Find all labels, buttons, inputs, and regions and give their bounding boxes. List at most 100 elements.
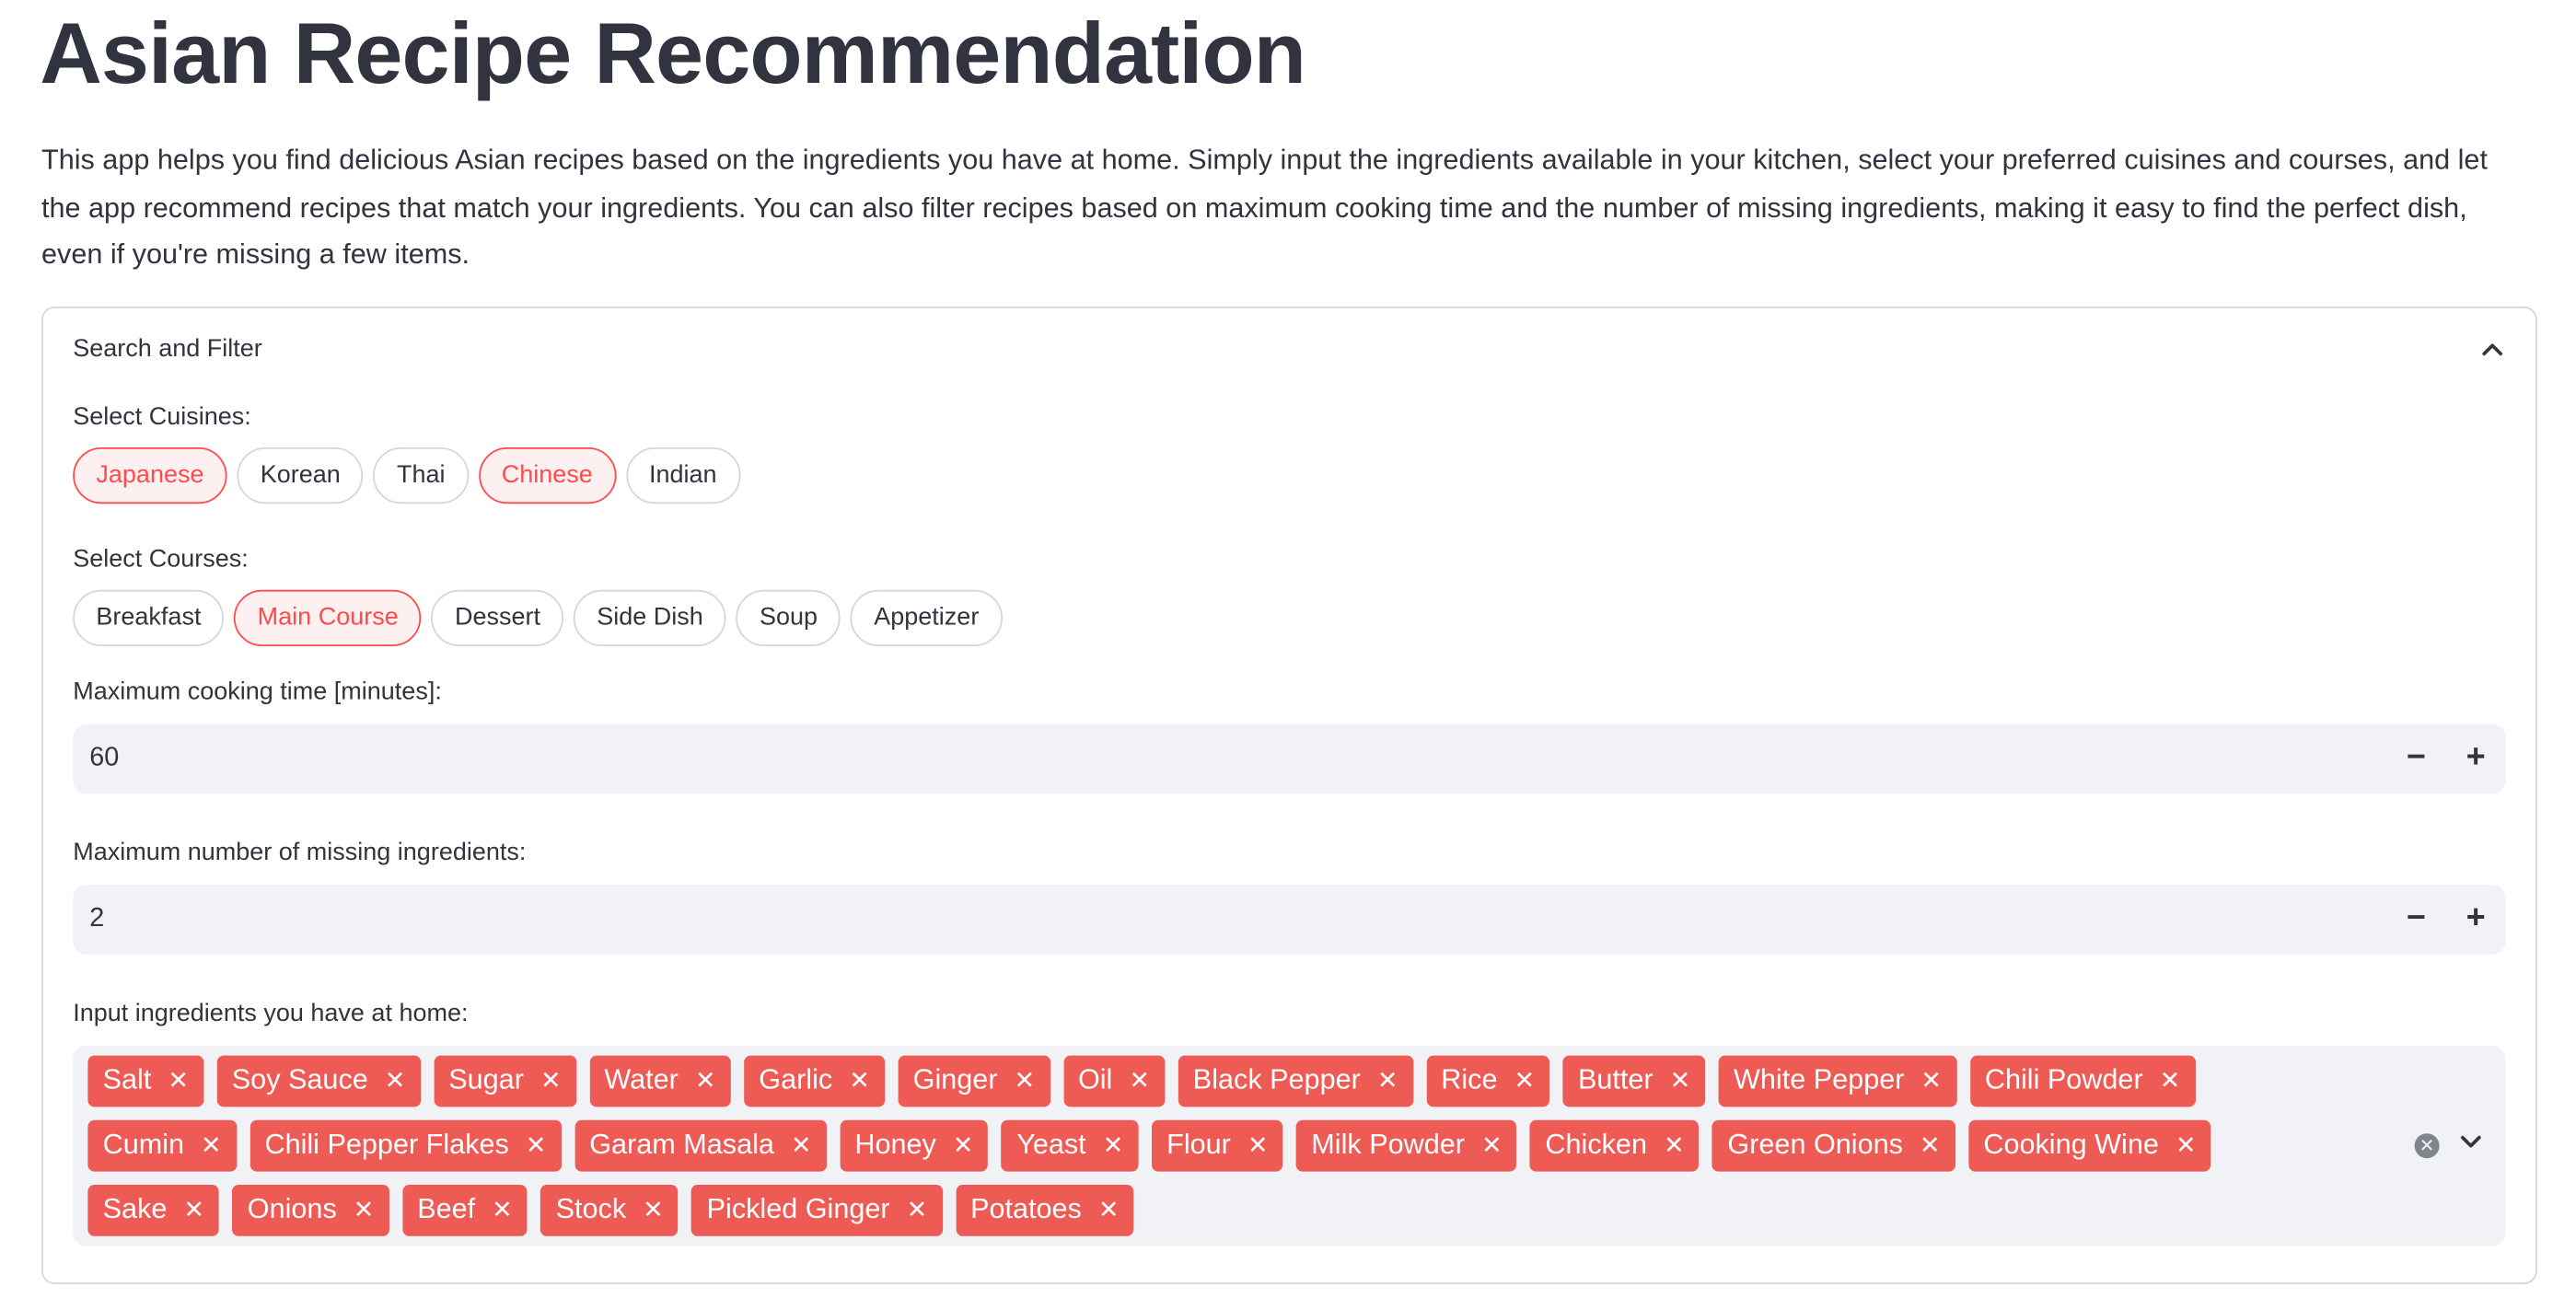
cooking-time-group: Maximum cooking time [minutes]: 60 − + xyxy=(73,676,2506,794)
ingredients-group: Input ingredients you have at home: Salt… xyxy=(73,997,2506,1246)
cuisines-label: Select Cuisines: xyxy=(73,402,251,431)
main-container: Asian Recipe Recommendation This app hel… xyxy=(0,0,2576,1284)
ingredient-tag: Cumin ✕ xyxy=(87,1119,237,1172)
ingredient-tag-label: Pickled Ginger xyxy=(706,1193,890,1225)
missing-ingredients-group: Maximum number of missing ingredients: 2… xyxy=(73,837,2506,955)
remove-tag-icon[interactable]: ✕ xyxy=(1670,1066,1691,1096)
page-title: Asian Recipe Recommendation xyxy=(40,6,1306,103)
cuisine-pill-thai[interactable]: Thai xyxy=(373,446,469,504)
courses-group: Select Courses: Breakfast Main Course Dess… xyxy=(73,543,2505,646)
course-pill-appetizer[interactable]: Appetizer xyxy=(851,589,1003,646)
remove-tag-icon[interactable]: ✕ xyxy=(1247,1130,1269,1161)
cooking-time-value[interactable]: 60 xyxy=(89,744,119,773)
cuisine-pill-chinese[interactable]: Chinese xyxy=(478,446,617,504)
remove-tag-icon[interactable]: ✕ xyxy=(385,1066,406,1096)
ingredient-tag-label: Flour xyxy=(1166,1129,1231,1161)
remove-tag-icon[interactable]: ✕ xyxy=(1129,1066,1150,1096)
course-pill-breakfast[interactable]: Breakfast xyxy=(73,589,225,646)
cuisines-pills: Japanese Korean Thai Chinese Indian xyxy=(73,446,2505,504)
cuisine-pill-japanese[interactable]: Japanese xyxy=(73,446,227,504)
ingredient-tag: White Pepper ✕ xyxy=(1718,1055,1957,1107)
remove-tag-icon[interactable]: ✕ xyxy=(791,1130,812,1161)
ingredient-tag-label: Honey xyxy=(854,1129,936,1161)
ingredient-tag-label: Stock xyxy=(555,1193,627,1225)
courses-pills: Breakfast Main Course Dessert Side Dish Soup… xyxy=(73,589,2505,646)
course-pill-side-dish[interactable]: Side Dish xyxy=(573,589,726,646)
remove-tag-icon[interactable]: ✕ xyxy=(1481,1130,1503,1161)
ingredient-tag: Beef ✕ xyxy=(402,1184,528,1236)
ingredient-tags: Salt ✕ Soy Sauce ✕ Sugar ✕ Water ✕ Garlic ✕ Ginger… xyxy=(87,1055,2341,1236)
remove-tag-icon[interactable]: ✕ xyxy=(1377,1066,1398,1096)
chevron-up-icon[interactable] xyxy=(2479,336,2506,363)
remove-tag-icon[interactable]: ✕ xyxy=(1098,1195,1120,1225)
expander-label: Search and Filter xyxy=(73,335,262,364)
remove-tag-icon[interactable]: ✕ xyxy=(1920,1066,1942,1096)
course-pill-dessert[interactable]: Dessert xyxy=(431,589,564,646)
ingredient-tag: Garam Masala ✕ xyxy=(574,1119,827,1172)
missing-ingredients-decrement-button[interactable]: − xyxy=(2386,885,2446,955)
ingredient-tag: Butter ✕ xyxy=(1562,1055,1706,1107)
cooking-time-input[interactable]: 60 − + xyxy=(73,724,2506,794)
remove-tag-icon[interactable]: ✕ xyxy=(1103,1130,1124,1161)
remove-tag-icon[interactable]: ✕ xyxy=(526,1130,547,1161)
missing-ingredients-input[interactable]: 2 − + xyxy=(73,884,2506,955)
ingredient-tag-label: Sake xyxy=(102,1193,168,1225)
ingredient-tag-label: Ginger xyxy=(912,1064,998,1096)
remove-tag-icon[interactable]: ✕ xyxy=(2160,1066,2181,1096)
remove-tag-icon[interactable]: ✕ xyxy=(201,1130,222,1161)
ingredient-tag: Flour ✕ xyxy=(1151,1119,1283,1172)
cooking-time-decrement-button[interactable]: − xyxy=(2386,724,2446,794)
ingredient-tag: Green Onions ✕ xyxy=(1712,1119,1955,1172)
ingredient-tag-label: Cooking Wine xyxy=(1983,1129,2159,1161)
page: Asian Recipe Recommendation This app hel… xyxy=(0,0,2576,1298)
remove-tag-icon[interactable]: ✕ xyxy=(540,1066,562,1096)
ingredient-tag: Ginger ✕ xyxy=(898,1055,1050,1107)
remove-tag-icon[interactable]: ✕ xyxy=(168,1066,189,1096)
clear-all-icon[interactable]: ✕ xyxy=(2414,1132,2440,1158)
ingredient-tag-label: Oil xyxy=(1077,1064,1113,1096)
remove-tag-icon[interactable]: ✕ xyxy=(2176,1130,2197,1161)
remove-tag-icon[interactable]: ✕ xyxy=(695,1066,716,1096)
cooking-time-increment-button[interactable]: + xyxy=(2446,724,2506,794)
chevron-down-icon[interactable] xyxy=(2459,1130,2482,1161)
ingredients-multiselect[interactable]: Salt ✕ Soy Sauce ✕ Sugar ✕ Water ✕ Garlic ✕ Ginger… xyxy=(73,1045,2506,1246)
missing-ingredients-value[interactable]: 2 xyxy=(89,904,104,933)
ingredient-tag-label: Chili Pepper Flakes xyxy=(264,1129,509,1161)
missing-ingredients-increment-button[interactable]: + xyxy=(2446,885,2506,955)
ingredient-tag: Honey ✕ xyxy=(840,1119,989,1172)
ingredient-tag-label: Yeast xyxy=(1016,1129,1086,1161)
ingredient-tag-label: Potatoes xyxy=(970,1193,1082,1225)
ingredient-tag: Sake ✕ xyxy=(87,1184,220,1236)
cuisine-pill-korean[interactable]: Korean xyxy=(237,446,364,504)
ingredient-tag-label: Green Onions xyxy=(1727,1129,1903,1161)
ingredient-tag-label: White Pepper xyxy=(1734,1064,1905,1096)
ingredient-tag: Garlic ✕ xyxy=(744,1055,886,1107)
remove-tag-icon[interactable]: ✕ xyxy=(953,1130,974,1161)
ingredient-tag: Soy Sauce ✕ xyxy=(216,1055,421,1107)
ingredient-tag-label: Onions xyxy=(247,1193,337,1225)
remove-tag-icon[interactable]: ✕ xyxy=(1015,1066,1036,1096)
course-pill-main-course[interactable]: Main Course xyxy=(234,589,422,646)
remove-tag-icon[interactable]: ✕ xyxy=(492,1195,513,1225)
ingredient-tag: Milk Powder ✕ xyxy=(1296,1119,1517,1172)
courses-label: Select Courses: xyxy=(73,544,249,574)
ingredient-tag-label: Soy Sauce xyxy=(231,1064,368,1096)
remove-tag-icon[interactable]: ✕ xyxy=(354,1195,375,1225)
remove-tag-icon[interactable]: ✕ xyxy=(849,1066,870,1096)
remove-tag-icon[interactable]: ✕ xyxy=(1664,1130,1685,1161)
cooking-time-label: Maximum cooking time [minutes]: xyxy=(73,677,442,706)
ingredient-tag-label: Chili Powder xyxy=(1984,1064,2143,1096)
ingredient-tag-label: Rice xyxy=(1441,1064,1498,1096)
expander-header[interactable]: Search and Filter xyxy=(43,307,2535,390)
remove-tag-icon[interactable]: ✕ xyxy=(1514,1066,1535,1096)
ingredient-tag: Yeast ✕ xyxy=(1002,1119,1139,1172)
remove-tag-icon[interactable]: ✕ xyxy=(643,1195,664,1225)
ingredient-tag-label: Butter xyxy=(1577,1064,1654,1096)
remove-tag-icon[interactable]: ✕ xyxy=(183,1195,204,1225)
ingredient-tag-label: Garlic xyxy=(759,1064,833,1096)
cuisine-pill-indian[interactable]: Indian xyxy=(625,446,740,504)
remove-tag-icon[interactable]: ✕ xyxy=(907,1195,928,1225)
remove-tag-icon[interactable]: ✕ xyxy=(1920,1130,1941,1161)
ingredient-tag: Chicken ✕ xyxy=(1530,1119,1700,1172)
course-pill-soup[interactable]: Soup xyxy=(736,589,841,646)
